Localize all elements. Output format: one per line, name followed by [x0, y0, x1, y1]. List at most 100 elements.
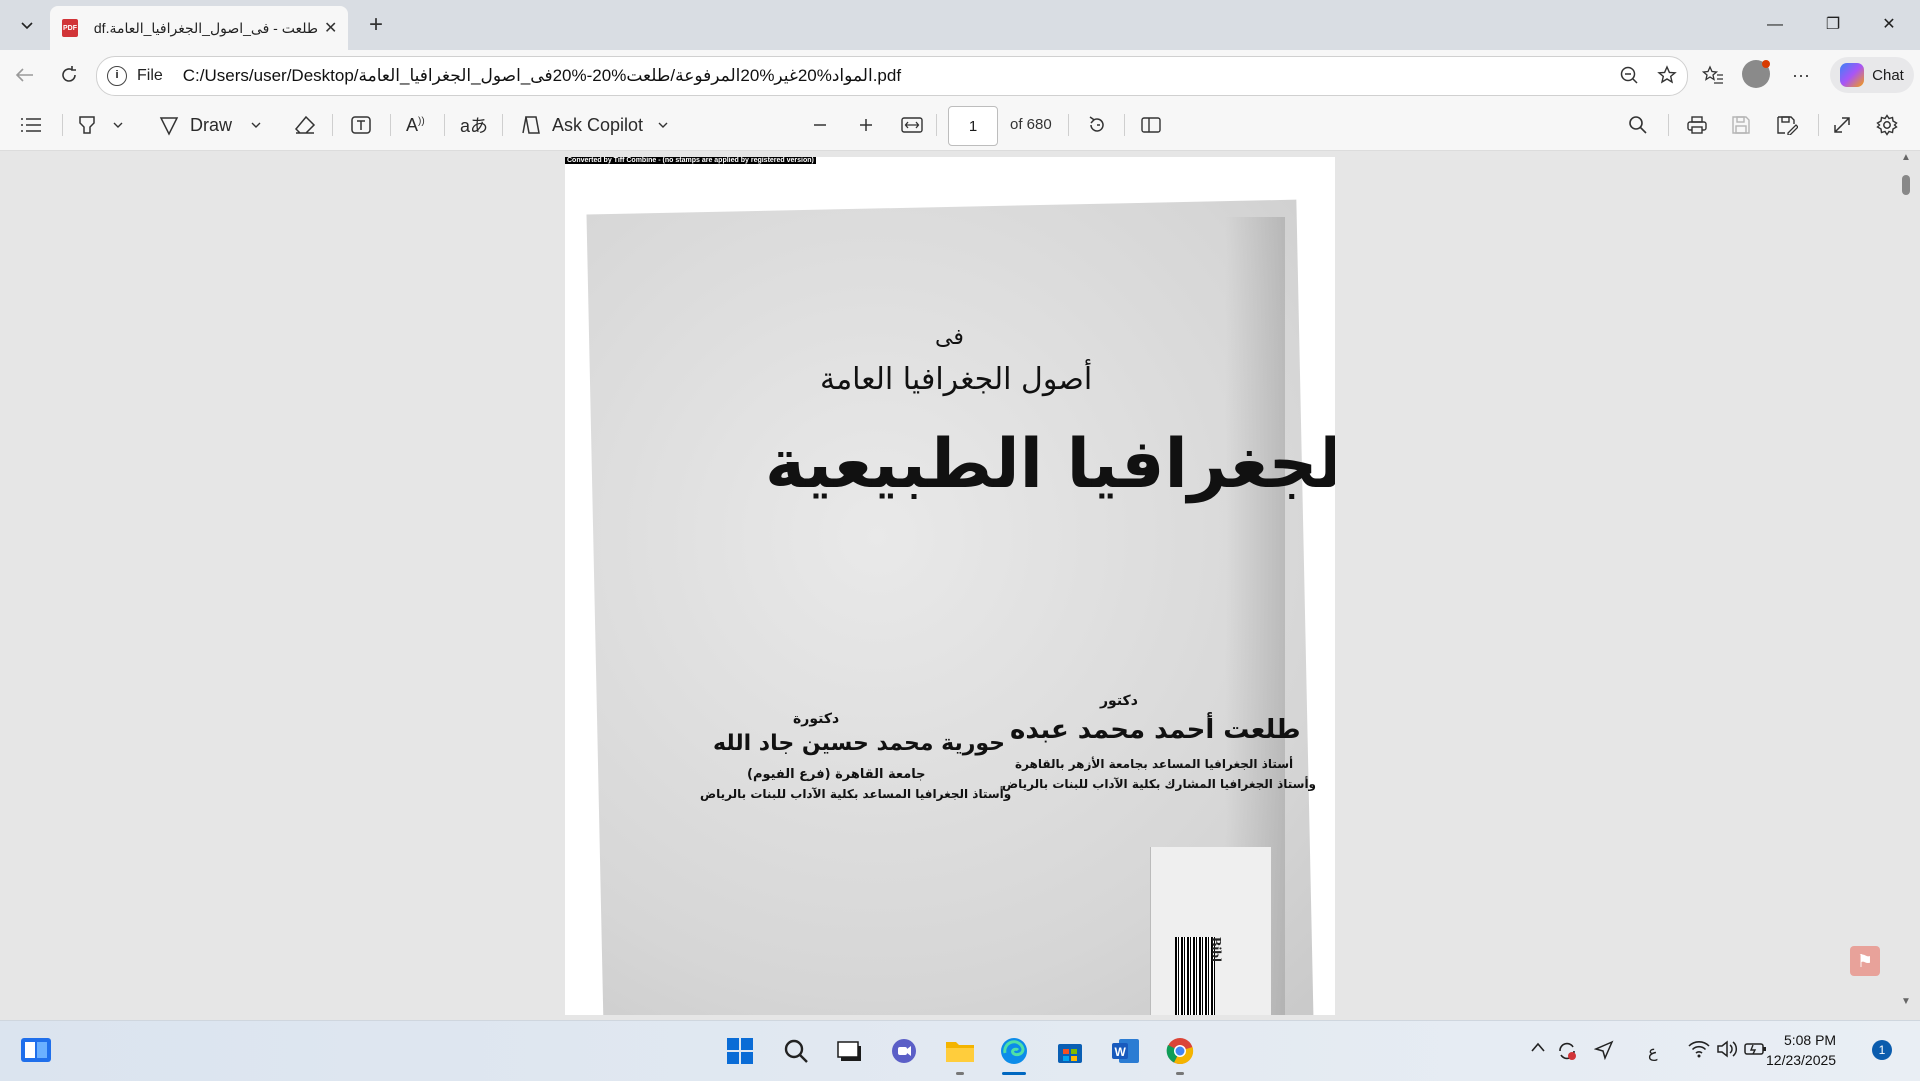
notification-badge[interactable]: 1 [1872, 1040, 1892, 1060]
refresh-button[interactable] [54, 60, 84, 90]
cover-subtitle: أصول الجغرافيا العامة [820, 362, 1093, 397]
clock-time: 5:08 PM [1783, 1032, 1837, 1048]
volume-icon[interactable] [1716, 1040, 1738, 1063]
chat-label: Chat [1872, 66, 1904, 84]
scroll-down-arrow[interactable]: ▼ [1898, 996, 1914, 1012]
back-button[interactable] [10, 60, 40, 90]
chevron-down-icon[interactable] [657, 119, 669, 131]
site-info-icon[interactable]: i [107, 66, 127, 86]
scroll-up-arrow[interactable]: ▲ [1898, 152, 1914, 168]
search-icon [1629, 116, 1647, 134]
active-indicator [1002, 1072, 1026, 1075]
refresh-icon [62, 66, 76, 82]
widgets-icon[interactable] [20, 1034, 52, 1066]
chevron-down-icon[interactable] [112, 119, 124, 131]
printer-icon [1687, 116, 1707, 134]
running-indicator [1176, 1072, 1184, 1075]
copilot-icon [522, 116, 540, 134]
sync-icon[interactable] [1556, 1040, 1578, 1067]
rotate-icon [1089, 116, 1104, 132]
store-icon[interactable] [1054, 1035, 1086, 1067]
read-aloud-button[interactable]: A)) [406, 112, 425, 138]
rotate-button[interactable] [1086, 112, 1108, 138]
save-button[interactable] [1731, 112, 1751, 138]
toolbar-divider [1068, 114, 1069, 136]
zoom-in-button[interactable] [858, 112, 874, 138]
tab-title: طلعت - فى_اصول_الجغرافيا_العامة.pdf [94, 19, 318, 36]
search-icon[interactable] [780, 1035, 812, 1067]
highlight-button[interactable] [76, 112, 124, 138]
add-text-button[interactable] [350, 112, 372, 138]
cover-main-title: الجغرافيا الطبيعية [765, 425, 1335, 504]
contents-button[interactable] [20, 112, 42, 138]
save-disk-icon [1732, 116, 1750, 134]
fit-width-icon [901, 117, 923, 133]
page-view-button[interactable] [1140, 112, 1162, 138]
send-icon[interactable] [1593, 1040, 1614, 1065]
fullscreen-button[interactable] [1832, 112, 1852, 138]
url-text[interactable]: C:/Users/user/Desktop/المواد%20غير%20الم… [183, 66, 901, 86]
draw-pen-icon [159, 117, 179, 136]
copilot-chat-button[interactable]: Chat [1830, 57, 1914, 93]
author1-line1: أستاذ الجغرافيا المساعد بجامعة الأزهر با… [1015, 757, 1294, 771]
toolbar-divider [62, 114, 63, 136]
draw-button[interactable]: Draw [158, 112, 262, 138]
chrome-icon[interactable] [1164, 1035, 1196, 1067]
eraser-icon [294, 115, 316, 134]
find-button[interactable] [1628, 112, 1648, 138]
favorites-list-icon[interactable] [1700, 62, 1726, 88]
chevron-down-icon[interactable] [250, 119, 262, 131]
fit-to-width-button[interactable] [901, 112, 923, 138]
clock[interactable]: 5:08 PM 12/23/2025 [1766, 1030, 1836, 1070]
svg-text:W: W [1115, 1045, 1127, 1059]
close-window-button[interactable]: ✕ [1866, 10, 1912, 40]
task-view-icon[interactable] [834, 1035, 866, 1067]
more-options-icon[interactable]: ··· [1788, 62, 1814, 88]
zoom-out-button[interactable] [812, 112, 828, 138]
minimize-button[interactable]: — [1752, 10, 1798, 40]
author1-line2: وأستاذ الجغرافيا المشارك بكلية الآداب لل… [1002, 777, 1317, 791]
library-stamp-text: Bibl [1208, 937, 1223, 962]
translate-button[interactable]: aあ [460, 112, 488, 138]
word-icon[interactable]: W [1110, 1035, 1142, 1067]
browser-tab-active[interactable]: PDF طلعت - فى_اصول_الجغرافيا_العامة.pdf … [50, 6, 348, 50]
show-hidden-icons-button[interactable] [1530, 1040, 1546, 1058]
new-tab-button[interactable]: + [362, 12, 390, 40]
zoom-out-icon[interactable] [1616, 62, 1642, 88]
scrollbar-thumb[interactable] [1902, 175, 1910, 195]
battery-icon[interactable] [1744, 1040, 1768, 1063]
acrobat-icon[interactable]: ⚑ [1850, 946, 1880, 976]
minus-icon [814, 124, 826, 126]
favorite-star-icon[interactable] [1654, 62, 1680, 88]
author1-name: طلعت أحمد محمد عبده [1010, 715, 1301, 745]
toolbar-divider [444, 114, 445, 136]
file-explorer-icon[interactable] [944, 1035, 976, 1067]
ask-copilot-button[interactable]: Ask Copilot [520, 112, 669, 138]
translate-icon: aあ [460, 116, 489, 136]
restore-button[interactable]: ❐ [1810, 10, 1856, 40]
save-as-button[interactable] [1776, 112, 1798, 138]
ask-copilot-label: Ask Copilot [552, 114, 644, 135]
url-protocol: File [137, 67, 163, 84]
toolbar-divider [332, 114, 333, 136]
print-button[interactable] [1686, 112, 1708, 138]
toolbar-divider [1818, 114, 1819, 136]
author2-line2: وأستاذ الجغرافيا المساعد بكلية الآداب لل… [700, 787, 1012, 801]
author2-title: دكتورة [793, 711, 840, 727]
tab-close-icon[interactable]: ✕ [324, 18, 337, 38]
plus-icon [860, 119, 872, 131]
language-indicator[interactable]: ع [1648, 1042, 1658, 1062]
highlighter-icon [79, 116, 95, 134]
pdf-page[interactable]: Converted by Tiff Combine - (no stamps a… [565, 157, 1335, 1015]
start-icon[interactable] [724, 1035, 756, 1067]
address-bar[interactable]: i File C:/Users/user/Desktop/المواد%20غي… [96, 56, 1688, 96]
teams-icon[interactable] [888, 1035, 920, 1067]
author1-title: دكتور [1100, 693, 1138, 709]
edge-icon[interactable] [998, 1035, 1030, 1067]
clock-date: 12/23/2025 [1766, 1052, 1837, 1068]
erase-button[interactable] [294, 112, 316, 138]
tab-actions-menu-button[interactable] [12, 10, 42, 40]
page-number-input[interactable]: 1 [948, 106, 998, 146]
wifi-icon[interactable] [1688, 1040, 1710, 1063]
settings-button[interactable] [1876, 112, 1898, 138]
